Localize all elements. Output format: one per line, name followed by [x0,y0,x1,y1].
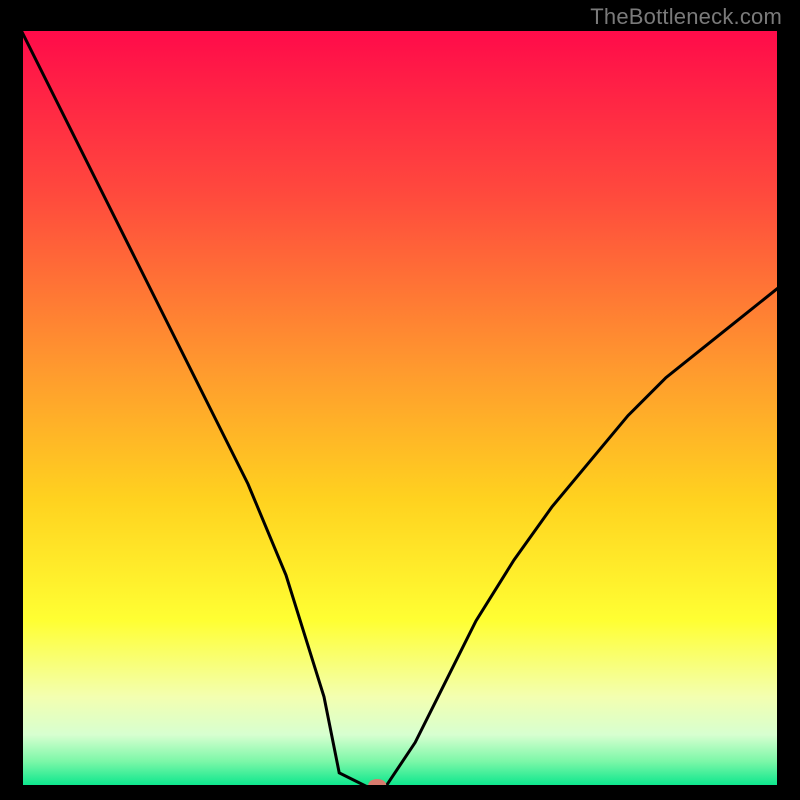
watermark-text: TheBottleneck.com [590,4,782,30]
plot-background [20,28,780,788]
chart-svg [20,28,780,788]
chart-container: TheBottleneck.com [0,0,800,800]
plot-frame [20,28,780,788]
